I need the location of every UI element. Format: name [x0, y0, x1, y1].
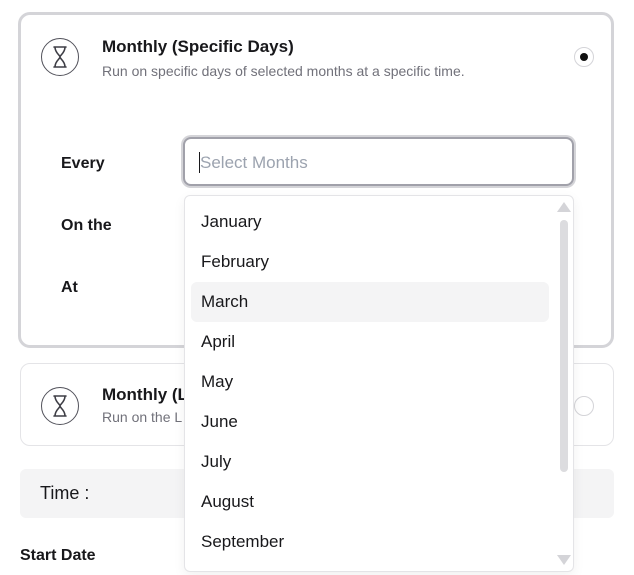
- option-title: Monthly (L: [102, 385, 188, 404]
- month-option[interactable]: July: [191, 442, 549, 482]
- option-radio-unselected[interactable]: [574, 396, 594, 416]
- on-the-label: On the: [61, 217, 112, 234]
- scroll-thumb[interactable]: [560, 220, 568, 472]
- month-option[interactable]: January: [191, 202, 549, 242]
- radio-selected-dot: [580, 53, 588, 61]
- option-radio-selected[interactable]: [574, 47, 594, 67]
- months-select-input[interactable]: Select Months: [183, 137, 574, 186]
- every-label: Every: [61, 155, 105, 172]
- hourglass-icon: [41, 38, 79, 76]
- month-option[interactable]: February: [191, 242, 549, 282]
- option-title: Monthly (Specific Days): [102, 37, 294, 56]
- at-label: At: [61, 279, 78, 296]
- dropdown-scrollbar[interactable]: [557, 202, 571, 565]
- month-option[interactable]: May: [191, 362, 549, 402]
- option-description: Run on specific days of selected months …: [102, 63, 465, 79]
- months-placeholder: Select Months: [200, 153, 308, 172]
- month-option[interactable]: September: [191, 522, 549, 562]
- scroll-up-arrow-icon[interactable]: [557, 202, 571, 212]
- month-option[interactable]: June: [191, 402, 549, 442]
- start-date-label: Start Date: [20, 547, 96, 564]
- months-dropdown[interactable]: January February March April May June Ju…: [184, 195, 574, 572]
- month-option[interactable]: April: [191, 322, 549, 362]
- month-option-highlighted[interactable]: March: [191, 282, 549, 322]
- scroll-down-arrow-icon[interactable]: [557, 555, 571, 565]
- hourglass-icon: [41, 387, 79, 425]
- month-option[interactable]: August: [191, 482, 549, 522]
- time-label: Time :: [40, 483, 90, 503]
- option-description: Run on the L: [102, 409, 183, 425]
